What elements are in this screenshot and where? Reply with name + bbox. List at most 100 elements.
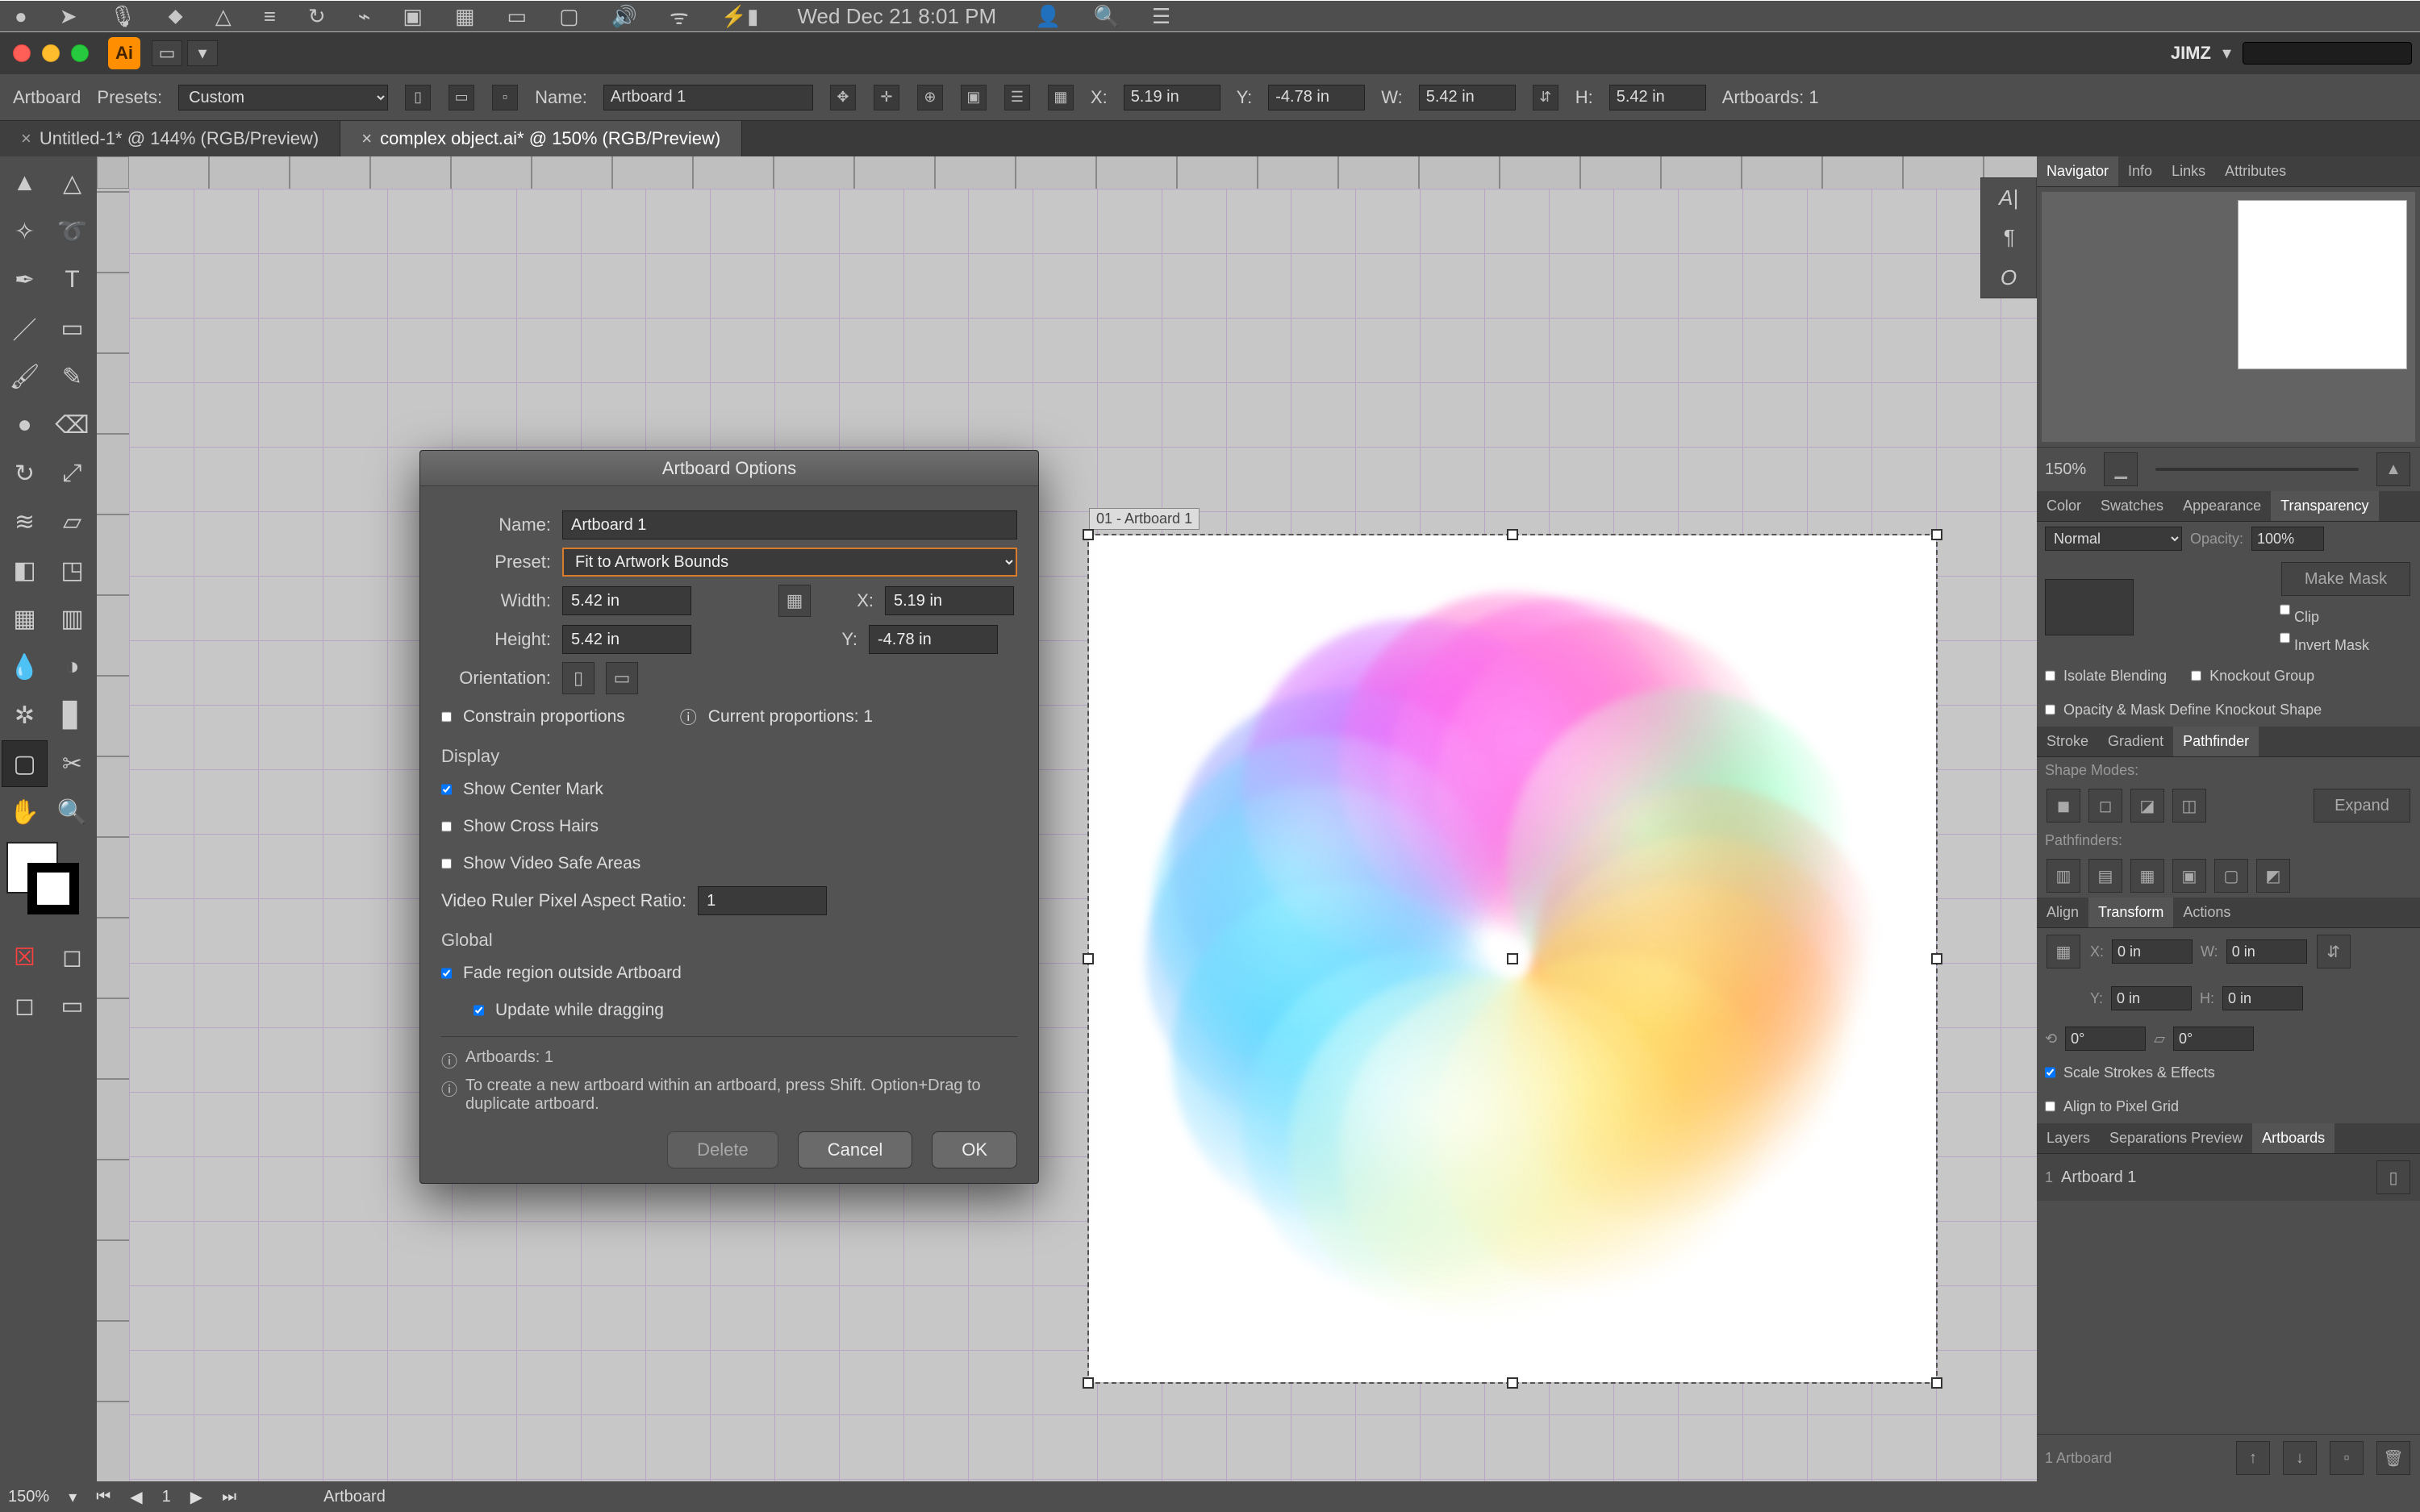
zoom-tool-icon[interactable]: 🔍: [49, 789, 95, 835]
paragraph-panel-icon[interactable]: ¶: [2003, 225, 2014, 250]
dlg-preset-select[interactable]: Fit to Artwork Bounds: [562, 548, 1017, 577]
knockout-group-checkbox[interactable]: [2191, 664, 2201, 688]
status-zoom-dropdown-icon[interactable]: ▾: [69, 1487, 77, 1507]
ctrl-move-with-art-icon[interactable]: ✥: [830, 85, 856, 110]
merge-icon[interactable]: ▦: [2130, 859, 2164, 893]
collapsed-type-panel[interactable]: A| ¶ O: [1980, 177, 2037, 298]
dlg-height-input[interactable]: [562, 625, 691, 654]
transform-h-input[interactable]: [2222, 986, 2303, 1010]
intersect-icon[interactable]: ◪: [2130, 789, 2164, 823]
artboard-tool-icon[interactable]: ▢: [2, 740, 48, 787]
mesh-tool-icon[interactable]: ▦: [2, 595, 48, 642]
screen-mode-icon[interactable]: ▭: [49, 982, 95, 1029]
status-box-icon[interactable]: ▣: [403, 4, 423, 29]
status-sync-icon[interactable]: ↻: [308, 4, 326, 29]
tab-attributes[interactable]: Attributes: [2215, 156, 2296, 186]
fill-stroke-swatch[interactable]: [2, 837, 95, 942]
move-up-icon[interactable]: ↑: [2236, 1441, 2270, 1475]
status-mic-icon[interactable]: 🎙: [110, 4, 136, 29]
dlg-x-input[interactable]: [885, 586, 1014, 615]
zoom-in-icon[interactable]: ▲: [2376, 452, 2410, 486]
tab-artboards[interactable]: Artboards: [2252, 1123, 2334, 1153]
draw-behind-icon[interactable]: ◻: [2, 982, 48, 1029]
doc-mode-icon[interactable]: ▭: [152, 40, 182, 66]
transform-refpoint-icon[interactable]: ▦: [2047, 935, 2080, 968]
artboard-frame[interactable]: 01 - Artboard 1: [1089, 535, 1936, 1382]
resize-handle-n[interactable]: [1507, 529, 1518, 540]
dlg-cancel-button[interactable]: Cancel: [798, 1131, 912, 1168]
opentype-panel-icon[interactable]: O: [2001, 265, 2017, 290]
resize-handle-ne[interactable]: [1931, 529, 1942, 540]
workspace-switcher-icon[interactable]: ▾: [187, 40, 218, 66]
tab-separations[interactable]: Separations Preview: [2100, 1123, 2252, 1153]
move-down-icon[interactable]: ↓: [2283, 1441, 2317, 1475]
pixel-grid-checkbox[interactable]: [2045, 1094, 2055, 1118]
ctrl-name-input[interactable]: [603, 85, 813, 110]
ctrl-presets-select[interactable]: Custom: [178, 85, 388, 110]
ctrl-link-wh-icon[interactable]: ⇵: [1533, 85, 1558, 110]
dlg-ratio-input[interactable]: [698, 886, 827, 915]
stroke-swatch-icon[interactable]: [27, 863, 79, 914]
dlg-y-input[interactable]: [869, 625, 998, 654]
dlg-portrait-icon[interactable]: ▯: [562, 662, 595, 694]
rectangle-tool-icon[interactable]: ▭: [49, 305, 95, 352]
status-user-icon[interactable]: 👤: [1035, 4, 1061, 29]
symbol-sprayer-tool-icon[interactable]: ✲: [2, 692, 48, 739]
status-first-icon[interactable]: ⏮: [96, 1488, 111, 1506]
pencil-tool-icon[interactable]: ✎: [49, 353, 95, 400]
transform-x-input[interactable]: [2112, 939, 2193, 964]
rotate-tool-icon[interactable]: ↻: [2, 450, 48, 497]
window-close-button[interactable]: [13, 44, 31, 62]
status-last-icon[interactable]: ⏭: [222, 1488, 236, 1506]
blob-brush-tool-icon[interactable]: ●: [2, 402, 48, 448]
dlg-width-input[interactable]: [562, 586, 691, 615]
status-menu-icon[interactable]: ☰: [1152, 4, 1170, 29]
status-dropbox-icon[interactable]: ⬥: [169, 3, 183, 29]
gradient-tool-icon[interactable]: ▥: [49, 595, 95, 642]
scale-tool-icon[interactable]: ⤢: [49, 450, 95, 497]
exclude-icon[interactable]: ◫: [2172, 789, 2206, 823]
define-knockout-checkbox[interactable]: [2045, 698, 2055, 722]
line-tool-icon[interactable]: ／: [2, 305, 48, 352]
cloud-dropdown-icon[interactable]: ▾: [2222, 43, 2231, 64]
eraser-tool-icon[interactable]: ⌫: [49, 402, 95, 448]
brush-tool-icon[interactable]: 🖌: [2, 353, 48, 400]
shape-builder-tool-icon[interactable]: ◧: [2, 547, 48, 594]
artboards-row[interactable]: 1 Artboard 1 ▯: [2037, 1154, 2420, 1201]
status-wifi-icon[interactable]: ᯤ: [670, 2, 689, 31]
direct-selection-tool-icon[interactable]: △: [49, 160, 95, 206]
status-battery-icon[interactable]: ⚡▮: [721, 4, 759, 29]
new-artboard-icon[interactable]: ▫: [2330, 1441, 2364, 1475]
status-bluetooth-icon[interactable]: ⌁: [358, 4, 371, 29]
status-next-icon[interactable]: ▶: [190, 1487, 202, 1507]
status-spotlight-icon[interactable]: 🔍: [1094, 4, 1120, 29]
cloud-user[interactable]: JIMZ: [2171, 43, 2211, 64]
magic-wand-tool-icon[interactable]: ✧: [2, 208, 48, 255]
isolate-blending-checkbox[interactable]: [2045, 664, 2055, 688]
ctrl-y-input[interactable]: [1268, 85, 1365, 110]
tab-pathfinder[interactable]: Pathfinder: [2173, 727, 2259, 756]
tab-appearance[interactable]: Appearance: [2173, 491, 2271, 521]
status-location-icon[interactable]: ➤: [60, 4, 77, 29]
clip-checkbox[interactable]: [2280, 598, 2290, 622]
ctrl-safe-area-icon[interactable]: ▣: [961, 85, 987, 110]
help-search-input[interactable]: [2243, 42, 2412, 65]
divide-icon[interactable]: ▥: [2047, 859, 2080, 893]
status-display-icon[interactable]: ▢: [559, 4, 579, 29]
ctrl-landscape-icon[interactable]: ▭: [449, 85, 474, 110]
resize-handle-se[interactable]: [1931, 1377, 1942, 1389]
status-prev-icon[interactable]: ◀: [130, 1487, 142, 1507]
resize-handle-nw[interactable]: [1083, 529, 1094, 540]
ruler-corner[interactable]: [97, 156, 129, 189]
tab-transform[interactable]: Transform: [2088, 898, 2173, 927]
status-page[interactable]: 1: [162, 1488, 171, 1506]
dlg-landscape-icon[interactable]: ▭: [606, 662, 638, 694]
outline-icon[interactable]: ▢: [2214, 859, 2248, 893]
navigator-thumbnail[interactable]: [2238, 200, 2407, 369]
lasso-tool-icon[interactable]: ➰: [49, 208, 95, 255]
resize-handle-s[interactable]: [1507, 1377, 1518, 1389]
unite-icon[interactable]: ◼: [2047, 789, 2080, 823]
transform-shear-input[interactable]: [2173, 1027, 2254, 1051]
tab-stroke[interactable]: Stroke: [2037, 727, 2098, 756]
status-grid-icon[interactable]: ▦: [455, 4, 475, 29]
